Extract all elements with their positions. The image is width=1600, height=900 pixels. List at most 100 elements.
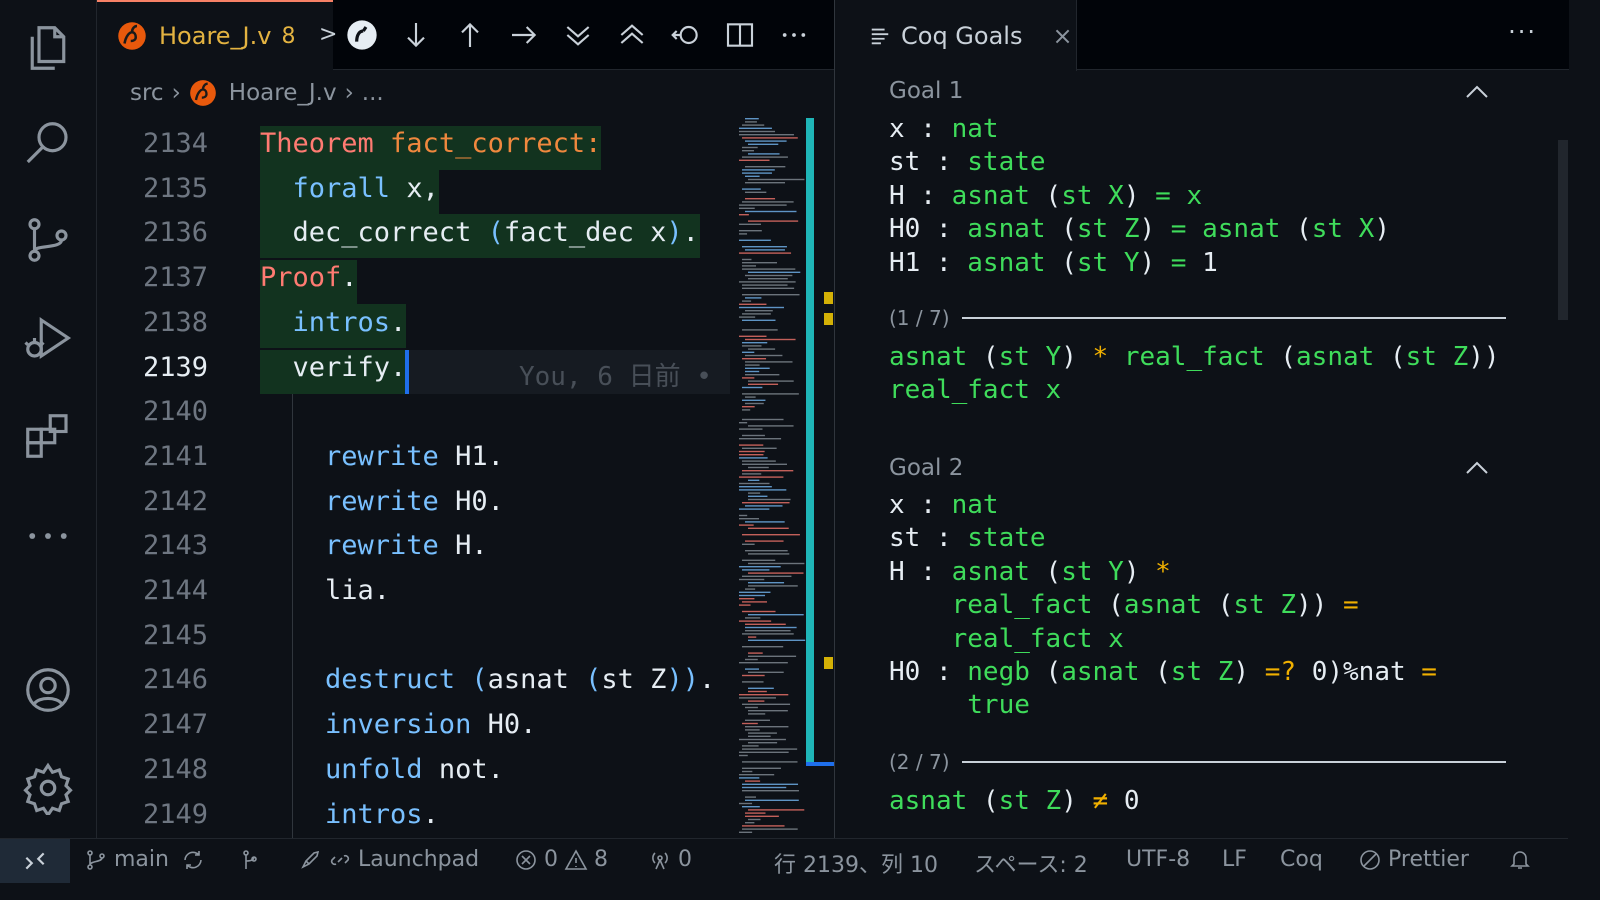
- line-number: 2145: [143, 619, 209, 651]
- minimap[interactable]: [737, 118, 807, 838]
- minimap-line: [739, 751, 789, 753]
- goal-line: real_fact x: [889, 375, 1062, 406]
- panel-scrollbar[interactable]: [1558, 140, 1568, 320]
- warning-icon: [564, 848, 588, 870]
- minimap-line: [748, 700, 765, 702]
- problems-status[interactable]: 0 8: [514, 847, 608, 872]
- account-icon[interactable]: [18, 660, 78, 720]
- git-graph-status[interactable]: [238, 847, 262, 871]
- chevron-up-icon[interactable]: [1463, 82, 1491, 102]
- minimap-line: [742, 434, 765, 437]
- code-line: destruct (asnat (st Z)).: [260, 664, 716, 696]
- minimap-line: [739, 233, 748, 235]
- remote-icon: [25, 852, 45, 870]
- minimap-line: [739, 774, 775, 776]
- explorer-icon[interactable]: [18, 18, 78, 78]
- extensions-icon[interactable]: [18, 406, 78, 466]
- minimap-line: [739, 306, 784, 309]
- minimap-line: [742, 681, 764, 683]
- formatter-label: Prettier: [1388, 847, 1469, 872]
- remote-indicator[interactable]: [0, 839, 70, 883]
- minimap-line: [745, 521, 785, 523]
- run-debug-icon[interactable]: [18, 308, 78, 368]
- minimap-line: [745, 658, 758, 661]
- step-down-icon[interactable]: [399, 18, 433, 52]
- minimap-line: [748, 498, 791, 501]
- interpret-to-point-icon[interactable]: [507, 18, 541, 52]
- source-control-icon[interactable]: [18, 210, 78, 270]
- minimap-line: [745, 726, 789, 728]
- interpret-to-end-icon[interactable]: [561, 18, 595, 52]
- minimap-line: [745, 354, 783, 357]
- ports-status[interactable]: 0: [648, 847, 692, 872]
- tab-overflow-arrow[interactable]: >: [319, 22, 337, 47]
- minimap-line: [745, 796, 756, 798]
- more-icon[interactable]: [18, 506, 78, 566]
- editor-scrollbar[interactable]: [806, 118, 814, 766]
- minimap-line: [742, 502, 790, 504]
- reset-icon[interactable]: [669, 18, 703, 52]
- coq-goals-panel: Coq Goals × ··· Goal 1 x : nat st : state…: [834, 0, 1569, 838]
- minimap-line: [745, 374, 780, 376]
- chevron-up-icon[interactable]: [1463, 458, 1491, 478]
- code-line: verify.: [260, 351, 407, 383]
- minimap-line: [742, 633, 794, 635]
- file-tab-hoare[interactable]: Hoare_J.v 8: [97, 0, 333, 70]
- minimap-line: [742, 265, 757, 267]
- minimap-line: [742, 825, 785, 827]
- step-up-icon[interactable]: [453, 18, 487, 52]
- language-mode[interactable]: Coq: [1280, 847, 1323, 872]
- list-icon: [871, 28, 889, 44]
- search-icon[interactable]: [18, 114, 78, 174]
- line-number: 2139: [143, 351, 209, 383]
- line-number: 2136: [143, 217, 209, 249]
- cursor-position[interactable]: 行 2139、列 10: [774, 847, 938, 879]
- minimap-line: [742, 806, 760, 808]
- split-editor-icon[interactable]: [723, 18, 757, 52]
- minimap-line: [742, 329, 778, 331]
- formatter-status[interactable]: Prettier: [1358, 847, 1469, 872]
- minimap-line: [742, 463, 787, 465]
- minimap-line: [742, 722, 758, 725]
- minimap-line: [745, 780, 761, 782]
- breadcrumb-file[interactable]: Hoare_J.v: [229, 80, 337, 106]
- branch-status[interactable]: main: [84, 847, 205, 872]
- minimap-line: [742, 559, 776, 561]
- goal-line: asnat (st Z) ≠ 0: [889, 786, 1140, 816]
- interpret-to-start-icon[interactable]: [615, 18, 649, 52]
- encoding-status[interactable]: UTF-8: [1126, 847, 1190, 872]
- scrollbar-position-marker: [806, 762, 834, 766]
- sync-icon[interactable]: [181, 848, 205, 872]
- gear-icon[interactable]: [18, 758, 78, 818]
- close-icon[interactable]: ×: [1052, 22, 1072, 50]
- indentation-status[interactable]: スペース: 2: [974, 847, 1088, 879]
- notifications-status[interactable]: [1508, 847, 1532, 871]
- launchpad-label: Launchpad: [358, 847, 480, 872]
- panel-more-icon[interactable]: ···: [1508, 18, 1537, 46]
- minimap-line: [739, 252, 792, 254]
- minimap-line: [739, 831, 753, 833]
- breadcrumb-folder[interactable]: src: [130, 80, 164, 106]
- eol-status[interactable]: LF: [1222, 847, 1247, 872]
- minimap-line: [739, 316, 756, 318]
- minimap-line: [739, 489, 787, 491]
- coq-rooster-icon: [189, 80, 216, 106]
- minimap-line: [742, 146, 758, 149]
- code-editor[interactable]: You, 6 日前 • 2134 Theorem fact_correct: 213…: [97, 118, 737, 838]
- breadcrumb-symbol[interactable]: ...: [362, 80, 384, 106]
- minimap-line: [745, 198, 776, 200]
- minimap-line: [748, 271, 801, 273]
- editor-more-icon[interactable]: [777, 18, 811, 52]
- warning-marker: [824, 313, 833, 325]
- minimap-line: [742, 377, 755, 379]
- launchpad-status[interactable]: Launchpad: [298, 847, 479, 872]
- line-number: 2134: [143, 128, 209, 159]
- tab-coq-goals[interactable]: Coq Goals ×: [835, 0, 1077, 71]
- link-icon: [330, 854, 350, 865]
- coq-logo-button[interactable]: [345, 18, 379, 52]
- minimap-line: [739, 482, 770, 485]
- minimap-line: [739, 438, 782, 440]
- minimap-line: [742, 418, 784, 421]
- minimap-line: [739, 598, 755, 600]
- git-graph-icon: [243, 850, 257, 869]
